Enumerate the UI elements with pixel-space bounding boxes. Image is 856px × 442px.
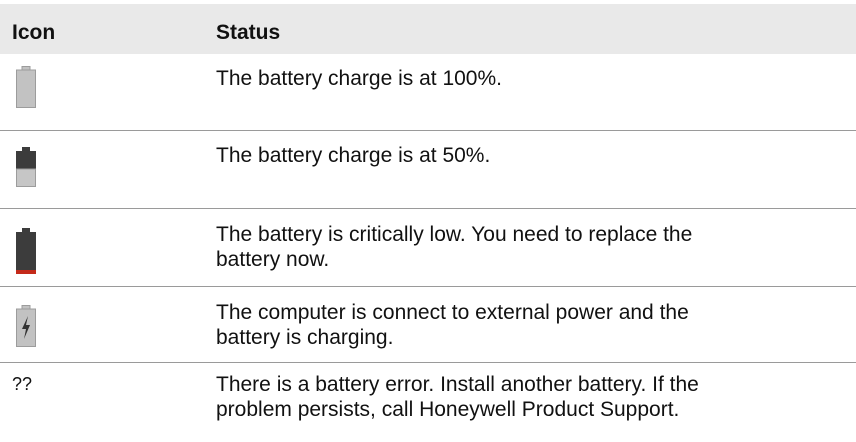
table-row: The battery is critically low. You need … — [0, 209, 856, 286]
status-text: There is a battery error. Install anothe… — [216, 373, 699, 421]
status-text: The battery charge is at 100%. — [216, 67, 502, 90]
table-header: Icon Status — [0, 4, 856, 54]
battery-charging-icon — [16, 305, 38, 347]
table-row: ?? There is a battery error. Install ano… — [0, 363, 856, 442]
status-column-header: Status — [216, 21, 281, 44]
battery-critical-icon — [16, 228, 38, 274]
battery-status-table: Icon Status The battery charge is at 100… — [0, 0, 856, 442]
battery-full-icon — [16, 66, 38, 108]
icon-column-header: Icon — [12, 21, 56, 44]
status-text: The battery charge is at 50%. — [216, 144, 491, 167]
table-row: The battery charge is at 100%. — [0, 54, 856, 130]
table-row: The computer is connect to external powe… — [0, 287, 856, 362]
battery-error-icon: ?? — [12, 374, 33, 394]
battery-half-icon — [16, 147, 38, 187]
status-text: The battery is critically low. You need … — [216, 223, 693, 271]
status-text: The computer is connect to external powe… — [216, 301, 689, 349]
table-row: The battery charge is at 50%. — [0, 131, 856, 208]
